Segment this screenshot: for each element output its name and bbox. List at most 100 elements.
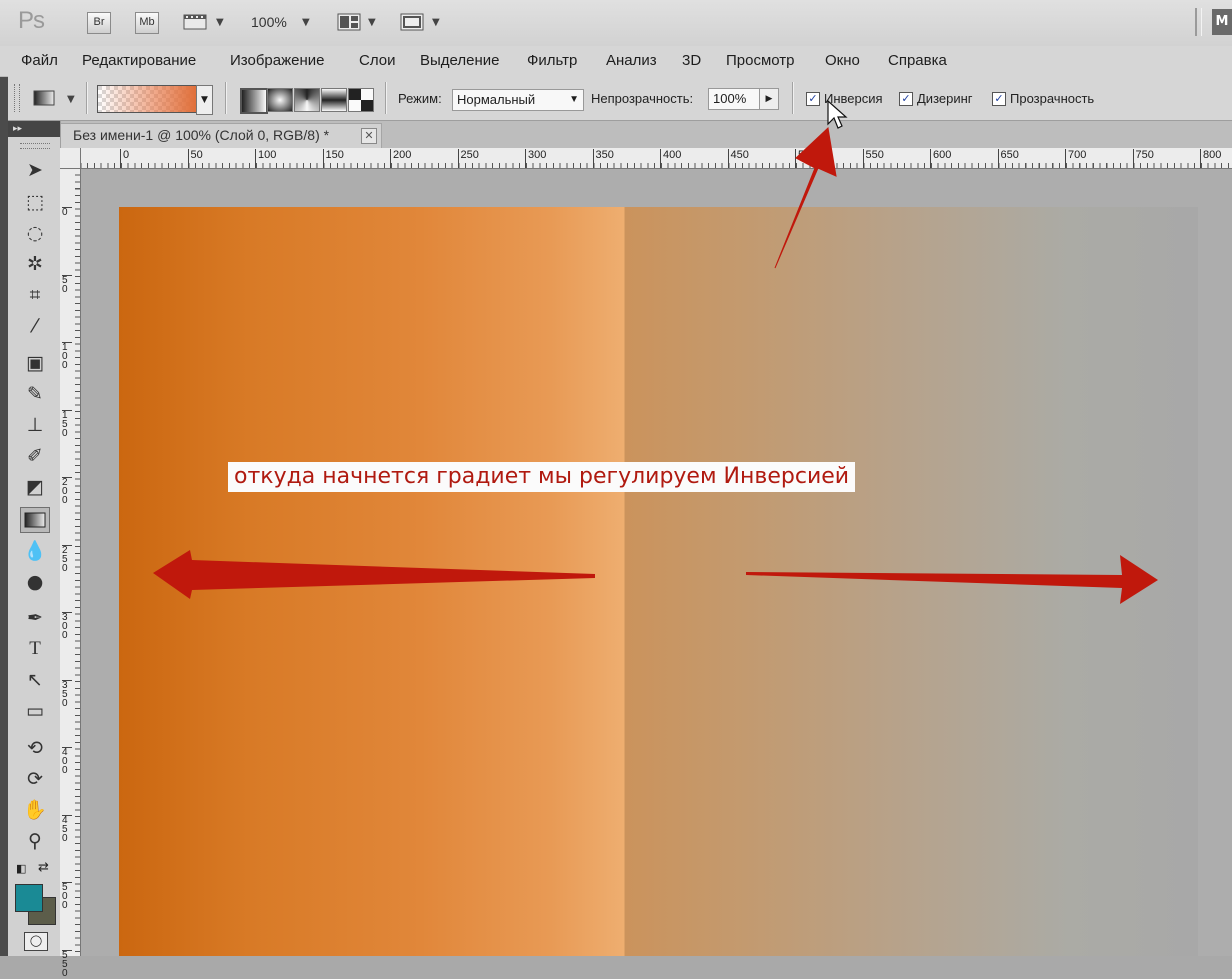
opacity-slider-button[interactable]: ▶ bbox=[759, 88, 779, 110]
radial-gradient-button[interactable] bbox=[267, 88, 293, 112]
separator bbox=[86, 82, 88, 114]
pen-tool-icon[interactable]: ✒ bbox=[20, 605, 50, 631]
ruler-v-label: 0 bbox=[62, 207, 72, 218]
brush-tool-icon[interactable]: ✎ bbox=[20, 381, 50, 407]
blur-tool-icon[interactable]: 💧 bbox=[20, 538, 50, 564]
quick-mask-icon[interactable]: ◯ bbox=[24, 932, 48, 951]
chevron-down-icon: ▼ bbox=[569, 94, 579, 105]
mode-select[interactable]: Нормальный ▼ bbox=[452, 89, 584, 111]
arrange-documents-button[interactable] bbox=[337, 13, 363, 31]
separator bbox=[225, 82, 227, 114]
foreground-color-swatch[interactable] bbox=[15, 884, 43, 912]
opacity-label: Непрозрачность: bbox=[591, 91, 694, 106]
separator bbox=[1195, 8, 1202, 36]
ruler-v-label: 550 bbox=[62, 949, 72, 978]
reverse-checkbox[interactable]: ✓ bbox=[806, 92, 820, 106]
close-tab-icon[interactable]: ✕ bbox=[361, 128, 377, 144]
swap-colors-icon[interactable]: ⇄ bbox=[38, 860, 49, 875]
angle-gradient-button[interactable] bbox=[294, 88, 320, 112]
gradient-picker-button[interactable]: ▼ bbox=[196, 85, 213, 115]
linear-gradient-button[interactable] bbox=[240, 88, 268, 114]
document-tab-title[interactable]: Без имени-1 @ 100% (Слой 0, RGB/8) * bbox=[73, 127, 329, 143]
ruler-h-label: 400 bbox=[660, 149, 681, 168]
zoom-level[interactable]: 100% bbox=[251, 14, 287, 30]
ruler-h-label: 700 bbox=[1065, 149, 1086, 168]
tools-panel-header[interactable]: ▸▸ bbox=[8, 121, 60, 137]
rectangle-tool-icon[interactable]: ▭ bbox=[20, 698, 50, 724]
ruler-h-label: 500 bbox=[795, 149, 816, 168]
opacity-input[interactable]: 100% bbox=[708, 88, 762, 110]
dither-checkbox[interactable]: ✓ bbox=[899, 92, 913, 106]
menu-filter[interactable]: Фильтр bbox=[527, 52, 577, 69]
menu-layer[interactable]: Слои bbox=[359, 52, 395, 69]
zoom-tool-icon[interactable]: ⚲ bbox=[20, 828, 50, 854]
document-canvas[interactable] bbox=[119, 207, 1198, 956]
bridge-button[interactable]: Br bbox=[87, 12, 111, 34]
healing-brush-tool-icon[interactable]: ▣ bbox=[20, 350, 50, 376]
options-grip[interactable] bbox=[14, 84, 20, 112]
film-icon bbox=[183, 14, 207, 30]
history-brush-tool-icon[interactable]: ✐ bbox=[20, 443, 50, 469]
chevron-down-icon[interactable]: ▼ bbox=[302, 17, 310, 28]
ruler-v-label: 450 bbox=[62, 814, 72, 843]
minibridge-button[interactable]: Mb bbox=[135, 12, 159, 34]
clone-stamp-tool-icon[interactable]: ⊥ bbox=[20, 412, 50, 438]
lasso-tool-icon[interactable]: ◌ bbox=[20, 220, 50, 246]
menu-edit[interactable]: Редактирование bbox=[82, 52, 196, 69]
menu-window[interactable]: Окно bbox=[825, 52, 860, 69]
view-extras-button[interactable] bbox=[183, 13, 207, 31]
horizontal-ruler[interactable]: 0 50 100 150 200 250 300 350 400 450 500 550 600 650 7… bbox=[60, 148, 1232, 169]
ruler-h-label: 750 bbox=[1132, 149, 1154, 168]
ruler-h-label: 550 bbox=[862, 149, 884, 168]
chevron-down-icon[interactable]: ▼ bbox=[432, 17, 440, 28]
dodge-tool-icon[interactable]: ● bbox=[20, 569, 50, 595]
marquee-tool-icon[interactable]: ⬚ bbox=[20, 189, 50, 215]
screen-mode-button[interactable] bbox=[400, 13, 426, 31]
eraser-tool-icon[interactable]: ◩ bbox=[20, 474, 50, 500]
ruler-v-label: 500 bbox=[62, 882, 72, 911]
ruler-v-label: 250 bbox=[62, 544, 72, 573]
mode-label: Режим: bbox=[398, 91, 442, 106]
chevron-down-icon[interactable]: ▼ bbox=[67, 94, 75, 105]
menu-file[interactable]: Файл bbox=[21, 52, 58, 69]
type-tool-icon[interactable]: T bbox=[20, 636, 50, 662]
transparency-checkbox[interactable]: ✓ bbox=[992, 92, 1006, 106]
diamond-gradient-button[interactable] bbox=[348, 88, 374, 112]
ruler-h-label: 350 bbox=[592, 149, 614, 168]
reflected-gradient-button[interactable] bbox=[321, 88, 347, 112]
hand-tool-icon[interactable]: ✋ bbox=[20, 797, 50, 823]
path-selection-tool-icon[interactable]: ↖ bbox=[20, 667, 50, 693]
ruler-h-label: 100 bbox=[255, 149, 276, 168]
menu-view[interactable]: Просмотр bbox=[726, 52, 795, 69]
crop-tool-icon[interactable]: ⌗ bbox=[20, 282, 50, 308]
3d-orbit-tool-icon[interactable]: ⟳ bbox=[20, 766, 50, 792]
menu-select[interactable]: Выделение bbox=[420, 52, 499, 69]
dither-label[interactable]: Дизеринг bbox=[917, 91, 973, 106]
chevron-down-icon[interactable]: ▼ bbox=[368, 17, 376, 28]
menu-3d[interactable]: 3D bbox=[682, 52, 701, 69]
ruler-h-label: 0 bbox=[120, 149, 129, 168]
3d-rotate-tool-icon[interactable]: ⟲ bbox=[20, 735, 50, 761]
chevron-down-icon[interactable]: ▼ bbox=[216, 17, 224, 28]
gradient-tool-icon[interactable] bbox=[20, 507, 50, 533]
vertical-ruler[interactable]: 0 50 100 150 200 250 300 350 400 450 500 550 bbox=[60, 168, 81, 978]
gradient-preview[interactable] bbox=[97, 85, 197, 113]
screen-mode-icon bbox=[400, 13, 424, 31]
transparency-label[interactable]: Прозрачность bbox=[1010, 91, 1094, 106]
menu-analysis[interactable]: Анализ bbox=[606, 52, 657, 69]
ruler-h-label: 300 bbox=[525, 149, 546, 168]
workspace-button[interactable]: M bbox=[1212, 9, 1232, 35]
menu-help[interactable]: Справка bbox=[888, 52, 947, 69]
annotation-caption: откуда начнется градиет мы регулируем Ин… bbox=[228, 462, 856, 492]
ruler-v-label: 150 bbox=[62, 409, 72, 438]
ruler-h-label: 450 bbox=[727, 149, 749, 168]
eyedropper-tool-icon[interactable]: ⁄ bbox=[20, 313, 50, 339]
ruler-origin[interactable] bbox=[60, 148, 81, 169]
magic-wand-tool-icon[interactable]: ✲ bbox=[20, 251, 50, 277]
panel-grip[interactable] bbox=[20, 143, 50, 149]
move-tool-icon[interactable]: ➤ bbox=[20, 157, 50, 183]
menu-image[interactable]: Изображение bbox=[230, 52, 325, 69]
default-colors-icon[interactable]: ◧ bbox=[16, 862, 26, 875]
gradient-tool-icon bbox=[33, 90, 55, 106]
tool-preset-picker[interactable] bbox=[33, 89, 55, 107]
